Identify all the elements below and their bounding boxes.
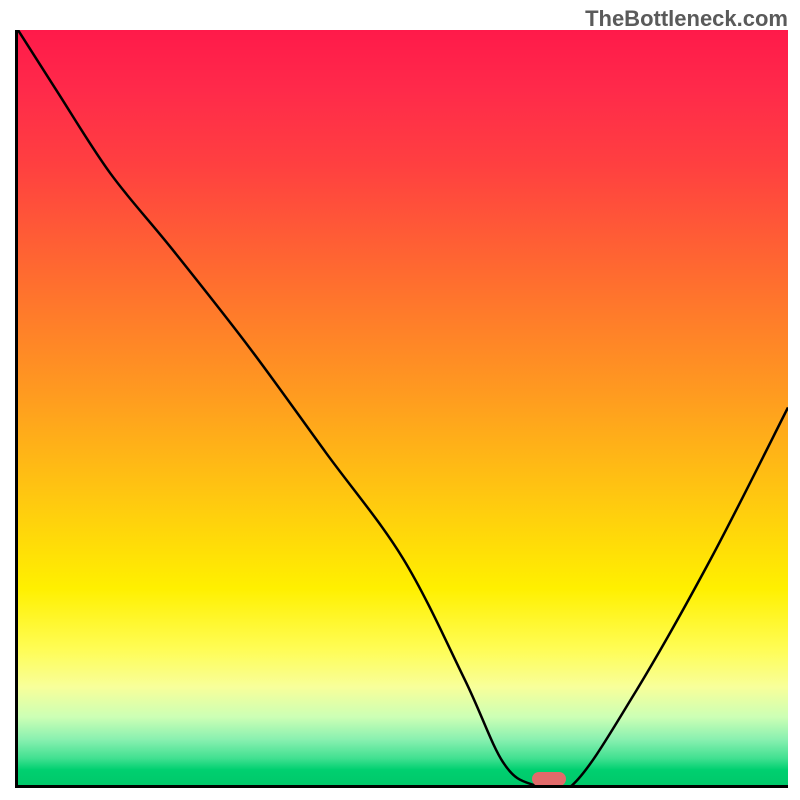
watermark-text: TheBottleneck.com (585, 6, 788, 32)
chart-curve-svg (18, 30, 788, 785)
optimal-point-marker (532, 772, 566, 786)
bottleneck-curve-path (18, 30, 788, 785)
bottleneck-chart (15, 30, 788, 788)
